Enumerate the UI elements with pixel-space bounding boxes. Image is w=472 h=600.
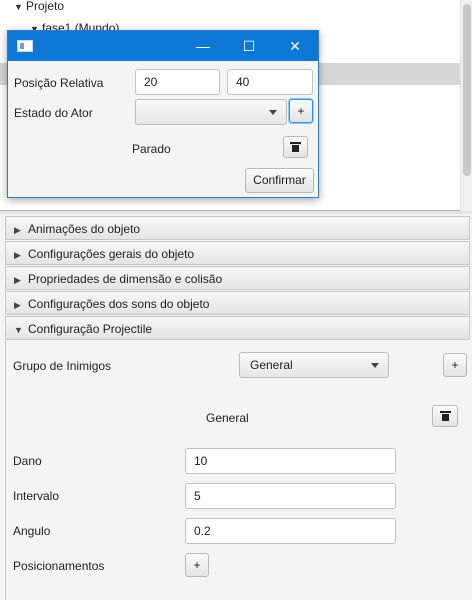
expand-arrow-icon: ▶ <box>14 225 21 235</box>
actor-state-dialog[interactable]: — ☐ ✕ Posição Relativa 20 40 Estado do A… <box>7 30 319 198</box>
section-label: Configurações dos sons do objeto <box>28 297 210 311</box>
tree-scrollbar[interactable] <box>460 0 472 211</box>
section-dimensao-colisao[interactable]: ▶ Propriedades de dimensão e colisão <box>5 266 470 290</box>
damage-label: Dano <box>13 454 42 468</box>
state-item-label: Parado <box>132 142 171 156</box>
position-y-input[interactable]: 40 <box>227 69 313 95</box>
enemy-group-value: General <box>250 358 293 372</box>
tree-item-projeto[interactable]: ▼ Projeto <box>14 0 472 17</box>
add-state-button[interactable]: + <box>289 99 313 123</box>
actor-state-label: Estado do Ator <box>14 106 93 120</box>
section-sons[interactable]: ▶ Configurações dos sons do objeto <box>5 291 470 315</box>
dialog-titlebar[interactable]: — ☐ ✕ <box>8 31 318 61</box>
enemy-group-select[interactable]: General <box>239 352 389 378</box>
damage-input[interactable]: 10 <box>185 448 396 474</box>
section-label: Configuração Projectile <box>28 322 153 336</box>
interval-input[interactable]: 5 <box>185 483 396 509</box>
enemy-group-label: Grupo de Inimigos <box>13 359 112 373</box>
delete-group-button[interactable] <box>432 405 458 427</box>
delete-state-button[interactable] <box>283 136 308 158</box>
tree-item-label: Projeto <box>26 0 65 13</box>
expand-arrow-icon: ▶ <box>14 250 21 260</box>
confirm-button[interactable]: Confirmar <box>245 168 314 193</box>
section-configuracoes-gerais[interactable]: ▶ Configurações gerais do objeto <box>5 241 470 265</box>
app-window-icon <box>17 40 33 52</box>
section-label: Propriedades de dimensão e colisão <box>28 272 223 286</box>
add-position-button[interactable]: + <box>185 553 209 577</box>
group-item-label: General <box>206 411 249 425</box>
projectile-panel: Grupo de Inimigos General + General Dano… <box>5 341 470 600</box>
expand-arrow-icon: ▶ <box>14 300 21 310</box>
actor-state-select[interactable] <box>135 99 287 125</box>
trash-icon <box>439 411 451 421</box>
trash-icon <box>290 142 301 152</box>
angle-input[interactable]: 0.2 <box>185 518 396 544</box>
angle-label: Angulo <box>13 524 51 538</box>
section-animacoes[interactable]: ▶ Animações do objeto <box>5 216 470 240</box>
minimize-button[interactable]: — <box>180 31 226 61</box>
maximize-button[interactable]: ☐ <box>226 31 272 61</box>
chevron-down-icon <box>269 110 277 115</box>
interval-label: Intervalo <box>13 489 60 503</box>
collapse-arrow-icon: ▼ <box>14 325 23 335</box>
expand-arrow-icon[interactable]: ▼ <box>14 0 26 18</box>
chevron-down-icon <box>371 363 379 368</box>
split-divider[interactable] <box>0 211 472 214</box>
section-projectile[interactable]: ▼ Configuração Projectile <box>5 316 470 340</box>
section-label: Configurações gerais do objeto <box>28 247 195 261</box>
close-button[interactable]: ✕ <box>272 31 318 61</box>
position-label: Posição Relativa <box>14 76 104 90</box>
add-enemy-group-button[interactable]: + <box>443 353 467 377</box>
position-x-input[interactable]: 20 <box>135 69 220 95</box>
positions-label: Posicionamentos <box>13 559 105 573</box>
section-label: Animações do objeto <box>28 222 141 236</box>
expand-arrow-icon: ▶ <box>14 275 21 285</box>
scrollbar-thumb[interactable] <box>463 4 471 176</box>
